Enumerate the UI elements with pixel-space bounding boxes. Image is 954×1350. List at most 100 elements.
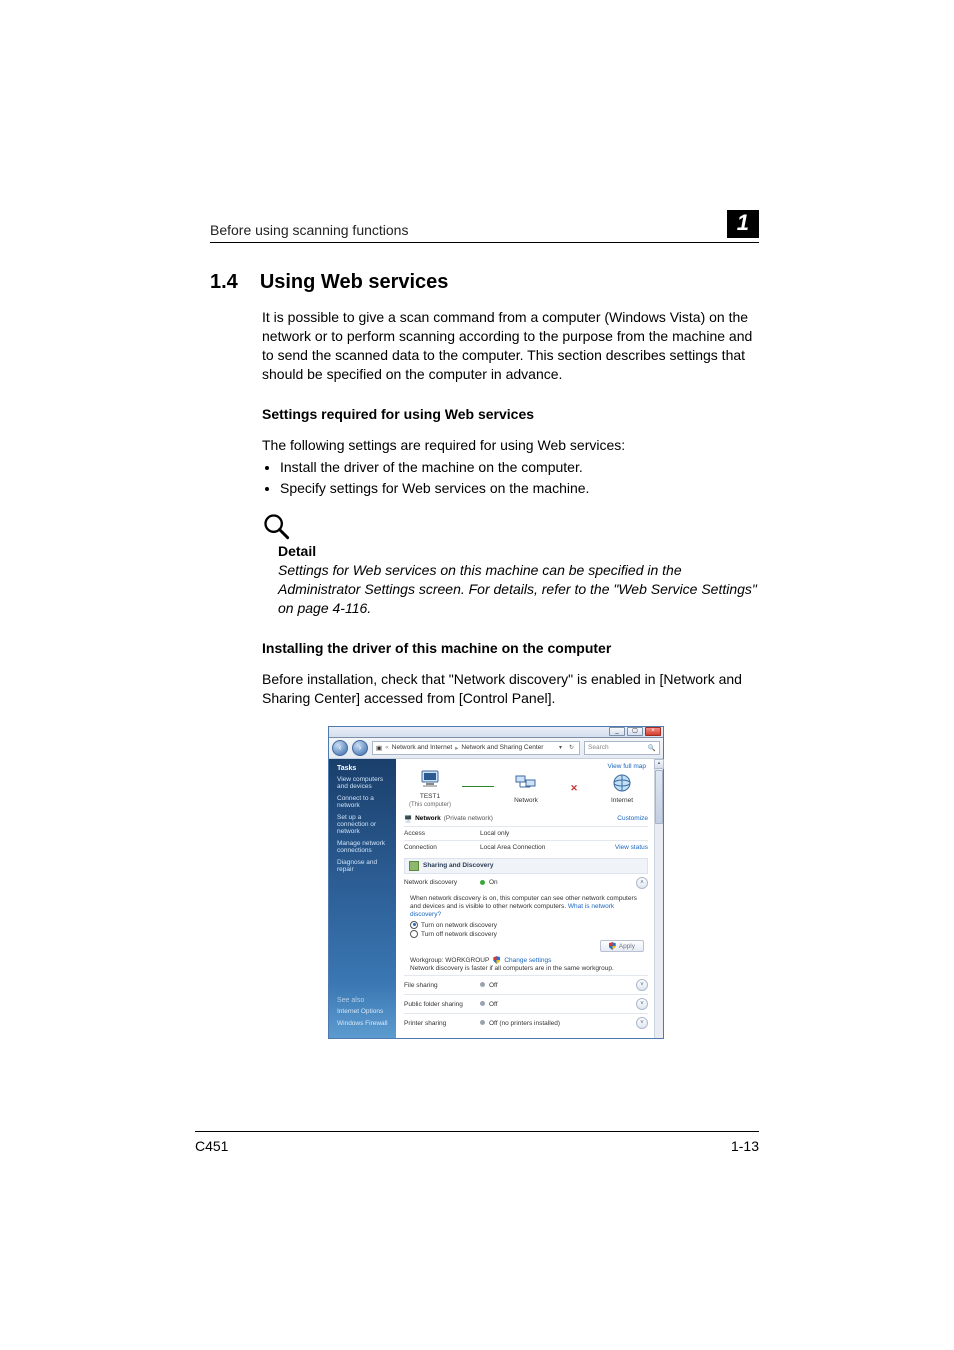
settings-lead: The following settings are required for … — [262, 436, 759, 455]
node-this-computer: TEST1 (This computer) — [404, 769, 456, 808]
status-dot-off-icon — [480, 1020, 485, 1025]
running-header: Before using scanning functions 1 — [210, 210, 759, 243]
page-footer: C451 1-13 — [195, 1131, 759, 1154]
sharing-icon — [409, 861, 419, 871]
sidebar-link-connect-network[interactable]: Connect to a network — [337, 795, 390, 809]
search-icon: 🔍 — [648, 744, 656, 752]
link-computer-network — [462, 786, 494, 795]
discovery-description: When network discovery is on, this compu… — [410, 895, 644, 919]
access-key: Access — [404, 830, 480, 837]
installing-lead: Before installation, check that "Network… — [262, 670, 759, 708]
magnifier-icon — [262, 527, 290, 544]
node1-sub: (This computer) — [409, 802, 451, 808]
shield-icon — [493, 956, 500, 964]
sidebar-link-manage-connections[interactable]: Manage network connections — [337, 840, 390, 854]
network-name-label: Network — [415, 815, 441, 822]
connection-row: Connection Local Area Connection View st… — [404, 840, 648, 854]
network-discovery-value: On — [480, 879, 636, 886]
file-sharing-key: File sharing — [404, 982, 480, 989]
network-sharing-center-window: _ ▢ × ‹ › ▣ « Network and Internet ▸ Net… — [328, 726, 664, 1040]
node-network: Network — [500, 773, 552, 804]
minimize-button[interactable]: _ — [609, 727, 625, 736]
close-button[interactable]: × — [645, 727, 661, 736]
globe-icon — [610, 773, 634, 795]
tasks-sidebar: Tasks View computers and devices Connect… — [329, 759, 396, 1039]
breadcrumb-icon: ▣ — [376, 744, 382, 752]
node1-label: TEST1 — [420, 793, 440, 800]
detail-text: Settings for Web services on this machin… — [278, 561, 759, 618]
window-titlebar: _ ▢ × — [329, 727, 663, 738]
see-also-heading: See also — [337, 997, 390, 1004]
sidebar-link-setup-connection[interactable]: Set up a connection or network — [337, 814, 390, 835]
radio-turn-off-discovery[interactable]: Turn off network discovery — [410, 930, 648, 938]
apply-button[interactable]: Apply — [600, 940, 644, 952]
breadcrumb-dropdown[interactable]: ▾ — [557, 744, 564, 751]
shield-icon — [609, 942, 616, 950]
breadcrumb-refresh[interactable]: ↻ — [567, 744, 576, 751]
sidebar-link-windows-firewall[interactable]: Windows Firewall — [337, 1020, 390, 1027]
section-heading: 1.4 Using Web services — [210, 271, 759, 294]
file-sharing-value: Off — [480, 982, 636, 989]
vertical-scrollbar[interactable]: ▴ — [654, 759, 663, 1039]
file-sharing-row: File sharing Off ˅ — [404, 975, 648, 994]
network-type-label: (Private network) — [444, 815, 493, 822]
settings-list: Install the driver of the machine on the… — [262, 458, 759, 498]
sharing-discovery-label: Sharing and Discovery — [423, 862, 493, 869]
public-folder-expand[interactable]: ˅ — [636, 998, 648, 1010]
radio-turn-on-discovery[interactable]: Turn on network discovery — [410, 921, 648, 929]
scroll-up-button[interactable]: ▴ — [654, 759, 664, 769]
scroll-thumb[interactable] — [655, 770, 663, 824]
printer-sharing-key: Printer sharing — [404, 1020, 480, 1027]
network-map: TEST1 (This computer) Network ✕ — [404, 769, 648, 808]
detail-label: Detail — [278, 543, 759, 559]
explorer-navbar: ‹ › ▣ « Network and Internet ▸ Network a… — [329, 738, 663, 759]
search-placeholder: Search — [588, 744, 609, 751]
sidebar-link-internet-options[interactable]: Internet Options — [337, 1008, 390, 1015]
access-row: Access Local only — [404, 826, 648, 840]
printer-sharing-expand[interactable]: ˅ — [636, 1017, 648, 1029]
settings-item-2: Specify settings for Web services on the… — [280, 479, 759, 498]
section-number: 1.4 — [210, 271, 238, 294]
breadcrumb-item-1[interactable]: Network and Internet — [392, 744, 452, 751]
access-value: Local only — [480, 830, 648, 837]
settings-item-1: Install the driver of the machine on the… — [280, 458, 759, 477]
breadcrumb[interactable]: ▣ « Network and Internet ▸ Network and S… — [372, 741, 580, 755]
connection-key: Connection — [404, 844, 480, 851]
public-folder-key: Public folder sharing — [404, 1001, 480, 1008]
network-icon — [514, 773, 538, 795]
file-sharing-expand[interactable]: ˅ — [636, 979, 648, 991]
change-settings-link[interactable]: Change settings — [504, 957, 551, 964]
forward-button[interactable]: › — [352, 740, 368, 756]
view-full-map-link[interactable]: View full map — [607, 763, 646, 770]
running-title: Before using scanning functions — [210, 222, 408, 238]
network-monitor-icon: 🖥️ — [404, 815, 412, 823]
discovery-collapse-button[interactable]: ˄ — [636, 877, 648, 889]
tasks-heading: Tasks — [337, 765, 390, 772]
customize-link[interactable]: Customize — [617, 815, 648, 822]
workgroup-row: Workgroup: WORKGROUP Change settings — [410, 956, 644, 964]
radio-on-icon — [410, 921, 418, 929]
sidebar-link-diagnose-repair[interactable]: Diagnose and repair — [337, 859, 390, 873]
workgroup-label: Workgroup: WORKGROUP — [410, 957, 489, 964]
network-discovery-row: Network discovery On ˄ — [404, 874, 648, 892]
view-status-link[interactable]: View status — [615, 844, 648, 851]
connection-value: Local Area Connection — [480, 844, 615, 851]
footer-page: 1-13 — [731, 1138, 759, 1154]
sidebar-link-view-computers[interactable]: View computers and devices — [337, 776, 390, 790]
network-title-row: 🖥️ Network (Private network) Customize — [404, 812, 648, 826]
subhead-settings-required: Settings required for using Web services — [262, 406, 759, 422]
printer-sharing-value: Off (no printers installed) — [480, 1020, 636, 1027]
breadcrumb-item-2[interactable]: Network and Sharing Center — [461, 744, 543, 751]
search-input[interactable]: Search 🔍 — [584, 741, 660, 755]
section-title: Using Web services — [260, 271, 449, 294]
computer-icon — [418, 769, 442, 791]
back-button[interactable]: ‹ — [332, 740, 348, 756]
subhead-installing-driver: Installing the driver of this machine on… — [262, 640, 759, 656]
maximize-button[interactable]: ▢ — [627, 727, 643, 736]
radio-off-icon — [410, 930, 418, 938]
intro-paragraph: It is possible to give a scan command fr… — [262, 308, 759, 384]
sharing-discovery-head: Sharing and Discovery — [404, 858, 648, 874]
footer-model: C451 — [195, 1138, 228, 1154]
status-dot-on-icon — [480, 880, 485, 885]
main-pane: View full map TEST1 (This computer) — [396, 759, 654, 1039]
